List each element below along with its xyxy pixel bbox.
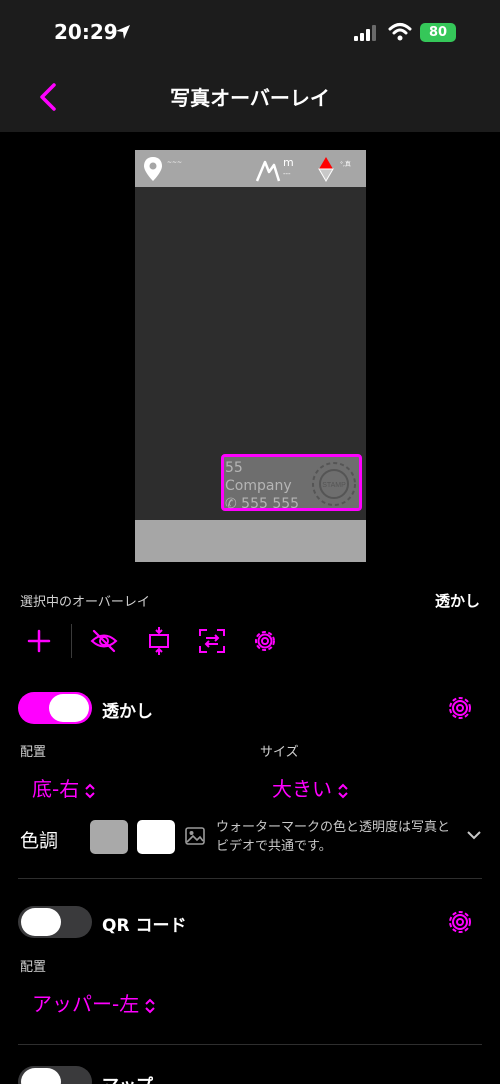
photo-preview: ~~~ m --- °,真 55 Company ✆ 555 555 STAMP <box>135 150 366 562</box>
watermark-line-2: Company <box>225 478 292 494</box>
status-time: 20:29 <box>54 20 118 44</box>
align-center-icon[interactable] <box>144 626 174 656</box>
chevron-down-icon[interactable] <box>466 829 482 841</box>
page-title: 写真オーバーレイ <box>170 86 330 110</box>
updown-chevron-icon <box>145 998 155 1013</box>
battery-indicator: 80 <box>420 23 456 42</box>
color-swatch-gray[interactable] <box>90 820 128 854</box>
watermark-overlay-preview[interactable]: 55 Company ✆ 555 555 STAMP <box>221 454 362 512</box>
location-text: ~~~ <box>167 159 183 166</box>
toolbar-separator <box>71 624 72 658</box>
watermark-line-3: ✆ 555 555 <box>225 496 300 512</box>
selected-overlay-label: 選択中のオーバーレイ <box>20 595 150 610</box>
preview-bottom-bar <box>135 520 366 562</box>
cellular-signal-icon <box>354 25 376 41</box>
qr-position-picker[interactable]: アッパー-左 <box>32 988 157 1017</box>
location-pin-icon <box>144 157 162 181</box>
section-divider <box>18 878 482 879</box>
status-bar: 20:29 80 <box>0 0 500 64</box>
qr-position-label: 配置 <box>20 960 47 975</box>
nav-bar: 写真オーバーレイ <box>0 64 500 132</box>
altitude-mountain-icon <box>255 160 281 182</box>
add-icon[interactable] <box>24 626 54 656</box>
altitude-unit: m <box>283 156 294 169</box>
compass-icon <box>318 157 334 182</box>
heading-text: °,真 <box>340 161 351 168</box>
image-icon[interactable] <box>185 827 205 845</box>
qr-position-value: アッパー-左 <box>32 992 140 1016</box>
map-toggle[interactable] <box>18 1066 92 1084</box>
watermark-settings-gear-icon[interactable] <box>447 695 473 721</box>
position-picker[interactable]: 底-右 <box>32 773 97 802</box>
preview-info-bar: ~~~ m --- °,真 <box>135 150 366 187</box>
qr-title: QR コード <box>102 916 187 936</box>
position-label: 配置 <box>20 745 47 760</box>
size-picker[interactable]: 大きい <box>272 773 350 802</box>
color-label: 色調 <box>20 830 59 852</box>
size-value: 大きい <box>272 777 332 801</box>
wifi-icon <box>388 23 412 41</box>
watermark-line-1: 55 <box>225 460 243 476</box>
watermark-title: 透かし <box>102 702 153 722</box>
color-note: ウォーターマークの色と透明度は写真とビデオで共通です。 <box>216 820 451 854</box>
position-value: 底-右 <box>32 777 80 801</box>
section-divider <box>18 1044 482 1045</box>
updown-chevron-icon <box>85 783 95 798</box>
qr-toggle[interactable] <box>18 906 92 938</box>
location-arrow-icon <box>116 25 130 39</box>
watermark-toggle[interactable] <box>18 692 92 724</box>
seal-text: STAMP <box>322 482 346 489</box>
visibility-off-icon[interactable] <box>89 626 119 656</box>
updown-chevron-icon <box>338 783 348 798</box>
color-swatch-white[interactable] <box>137 820 175 854</box>
settings-gear-icon[interactable] <box>250 626 280 656</box>
selected-overlay-value: 透かし <box>434 592 480 610</box>
resize-icon[interactable] <box>197 626 227 656</box>
size-label: サイズ <box>260 745 299 760</box>
altitude-value: --- <box>283 170 291 178</box>
map-title: マップ <box>102 1071 153 1084</box>
qr-settings-gear-icon[interactable] <box>447 909 473 935</box>
seal-stamp-icon: STAMP <box>312 462 356 506</box>
